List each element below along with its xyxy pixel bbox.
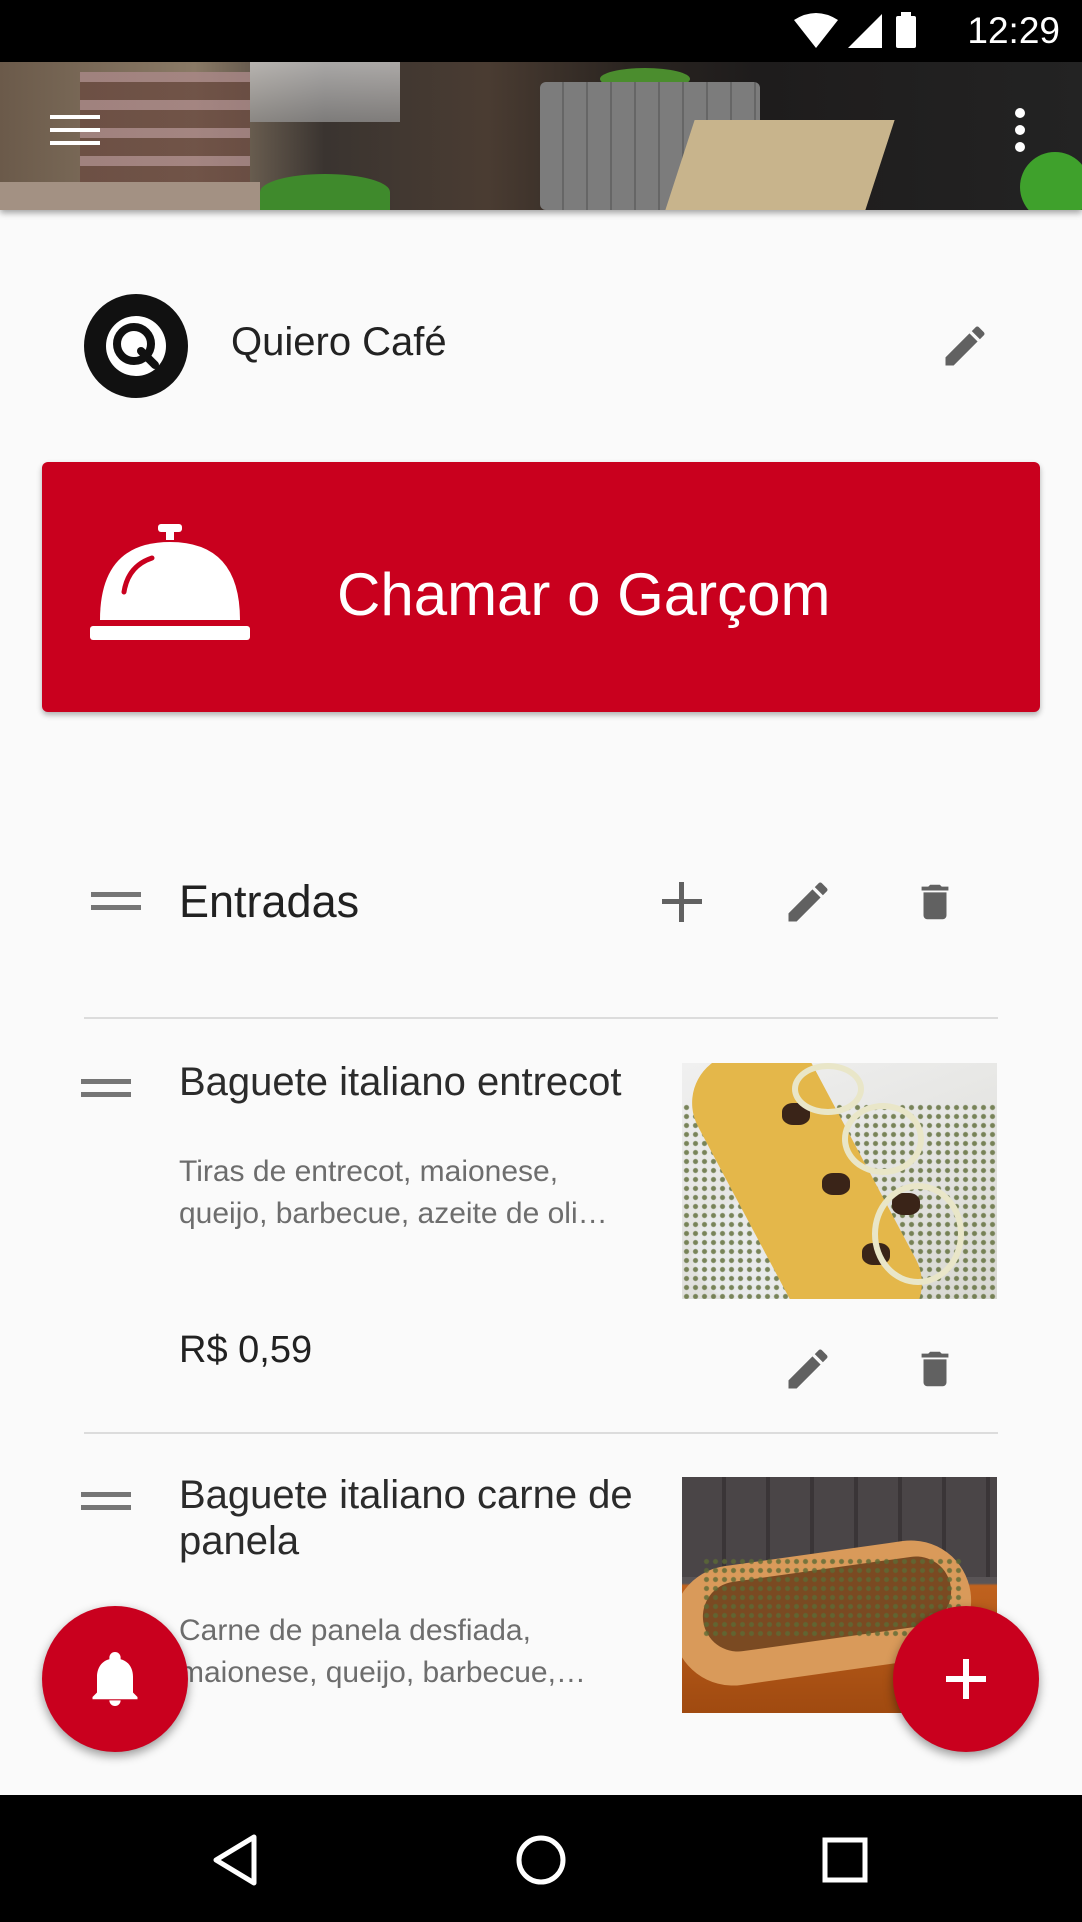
pencil-icon — [945, 326, 985, 366]
trash-icon — [921, 884, 949, 920]
item-name: Baguete italiano carne de panela — [179, 1473, 633, 1563]
trash-icon — [921, 1351, 949, 1387]
item-drag-handle[interactable] — [78, 1486, 134, 1516]
wifi-signal-battery-icons — [794, 12, 916, 48]
category-title: Entradas — [179, 876, 360, 927]
pencil-icon — [788, 1349, 828, 1389]
call-waiter-button[interactable]: Chamar o Garçom — [42, 462, 1040, 712]
item-name: Baguete italiano entrecot — [179, 1060, 622, 1104]
item-description: Tiras de entrecot, maionese, queijo, bar… — [179, 1155, 608, 1230]
delete-item-button[interactable] — [903, 1337, 967, 1401]
restaurant-name: Quiero Café — [231, 320, 447, 364]
back-triangle-icon — [213, 1834, 257, 1886]
notifications-fab[interactable] — [42, 1606, 188, 1752]
plus-icon — [946, 1659, 986, 1699]
edit-item-button[interactable] — [776, 1337, 840, 1401]
category-drag-handle[interactable] — [88, 886, 144, 916]
list-item[interactable]: Baguete italiano carne de panela Carne d… — [0, 1434, 1082, 1795]
recents-square-icon — [822, 1837, 868, 1883]
status-time: 12:29 — [967, 10, 1060, 51]
edit-category-button[interactable] — [776, 870, 840, 934]
back-button[interactable] — [200, 1825, 270, 1895]
drag-handle-icon — [91, 892, 141, 910]
item-photo — [682, 1063, 997, 1299]
pencil-icon — [788, 882, 828, 922]
plus-icon — [662, 882, 702, 922]
restaurant-logo — [84, 294, 188, 398]
item-drag-handle[interactable] — [78, 1073, 134, 1103]
recents-button[interactable] — [810, 1825, 880, 1895]
list-item[interactable]: Baguete italiano entrecot Tiras de entre… — [0, 1019, 1082, 1432]
edit-restaurant-button[interactable] — [930, 314, 1000, 378]
hamburger-menu-icon — [50, 115, 100, 145]
wifi-icon — [794, 13, 838, 48]
logo-q-icon — [106, 316, 166, 376]
drag-handle-icon — [81, 1079, 131, 1097]
drag-handle-icon — [81, 1492, 131, 1510]
bell-icon — [92, 1652, 138, 1706]
call-waiter-label: Chamar o Garçom — [337, 561, 831, 628]
header-cover-photo — [0, 62, 1082, 210]
add-fab[interactable] — [893, 1606, 1039, 1752]
more-vert-icon — [1015, 108, 1025, 152]
overflow-menu-button[interactable] — [995, 98, 1045, 162]
item-price: R$ 0,59 — [179, 1329, 313, 1371]
navigation-bar — [0, 1795, 1082, 1922]
status-bar: 12:29 — [0, 0, 1082, 62]
cell-signal-icon — [848, 14, 882, 48]
battery-icon — [896, 16, 916, 48]
home-button[interactable] — [506, 1825, 576, 1895]
delete-category-button[interactable] — [903, 870, 967, 934]
item-description: Carne de panela desfiada, maionese, quei… — [179, 1614, 586, 1689]
service-bell-icon — [90, 524, 250, 640]
status-icons — [792, 12, 922, 55]
menu-button[interactable] — [40, 100, 110, 160]
add-item-button[interactable] — [650, 870, 714, 934]
home-circle-icon — [516, 1835, 566, 1885]
